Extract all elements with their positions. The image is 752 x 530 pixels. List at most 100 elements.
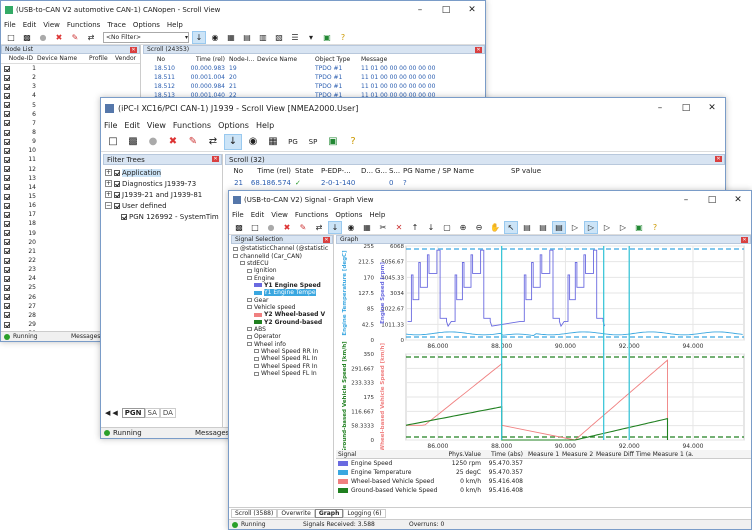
checkbox[interactable] <box>114 191 120 198</box>
table-row[interactable]: Ground-based Vehicle Speed 0 km/h 95.416.4… <box>336 486 751 495</box>
checkbox[interactable] <box>4 138 10 145</box>
signal-tree-item[interactable]: Y1 Engine Tempe <box>231 289 333 297</box>
cut-icon[interactable]: ✂ <box>376 221 390 234</box>
sp-icon[interactable]: SP <box>304 134 322 150</box>
menu-options[interactable]: Options <box>335 211 362 219</box>
stop-icon[interactable]: ● <box>144 134 162 150</box>
graph-chart[interactable]: 255212.5170127.58542.5060685056.674045.3… <box>336 244 751 450</box>
checkbox[interactable] <box>4 92 10 99</box>
column-header[interactable]: Phys.Value <box>444 451 484 458</box>
tree-item[interactable]: + J1939-21 and J1939-81 <box>103 189 222 200</box>
tab-da[interactable]: DA <box>159 407 176 418</box>
column-header[interactable]: S... <box>389 167 403 175</box>
stop-icon[interactable]: ● <box>36 31 50 44</box>
close-icon[interactable]: ✕ <box>212 156 219 162</box>
expand-icon[interactable]: + <box>105 169 112 176</box>
table-row[interactable]: 2 <box>1 73 140 82</box>
column-header[interactable]: Object Type <box>315 56 361 63</box>
column-header[interactable]: No <box>225 167 247 175</box>
menu-file[interactable]: File <box>232 211 244 219</box>
marker-icon[interactable]: ▷ <box>568 221 582 234</box>
layout-2-icon[interactable]: ▤ <box>536 221 550 234</box>
nav-first-icon[interactable]: ◀ <box>105 409 110 417</box>
tab-sa[interactable]: SA <box>144 407 160 418</box>
split-icon[interactable]: ▦ <box>360 221 374 234</box>
close-icon[interactable]: ✕ <box>130 47 137 53</box>
menu-functions[interactable]: Functions <box>67 21 100 29</box>
new-icon[interactable]: □ <box>104 134 122 150</box>
checkbox[interactable] <box>4 275 10 282</box>
signal-tree-item[interactable]: Wheel Speed FR In <box>231 363 333 370</box>
column-header[interactable]: Vendor <box>115 55 139 62</box>
cursor-icon[interactable]: ↖ <box>504 220 518 234</box>
filter-select[interactable]: <No Filter> ▾ <box>103 31 189 43</box>
menu-view[interactable]: View <box>43 21 60 29</box>
table-row[interactable]: Engine Speed 1250 rpm 95.470.357 <box>336 459 751 468</box>
arrow-up-icon[interactable]: ↑ <box>408 221 422 234</box>
record-icon[interactable]: ◉ <box>244 134 262 150</box>
column-header[interactable]: Time (abs) <box>484 451 526 458</box>
column-header[interactable]: P-EDP-... <box>321 167 361 175</box>
checkbox[interactable] <box>4 129 10 136</box>
checkbox[interactable] <box>4 220 10 227</box>
tab-scroll[interactable]: Scroll (3588) <box>231 508 278 518</box>
eraser-icon[interactable]: ✎ <box>184 134 202 150</box>
table-row[interactable]: 21 68.186.574 ✓ 2-0-1-140 0? <box>225 177 725 189</box>
pg-icon[interactable]: PG <box>284 134 302 150</box>
checkbox[interactable] <box>4 156 10 163</box>
zoom-out-icon[interactable]: ⊖ <box>472 221 486 234</box>
tab-logging[interactable]: Logging (6) <box>343 508 386 518</box>
checkbox[interactable] <box>4 65 10 72</box>
checkbox[interactable] <box>4 184 10 191</box>
signal-tree-item[interactable]: Wheel Speed RR In <box>231 348 333 355</box>
signal-tree-item[interactable]: Operator <box>231 333 333 340</box>
tree-item[interactable]: + Diagnostics J1939-73 <box>103 178 222 189</box>
eraser-icon[interactable]: ✎ <box>296 221 310 234</box>
column-header[interactable]: PG Name / SP Name <box>403 167 511 175</box>
tab-pgn[interactable]: PGN <box>121 407 145 418</box>
checkbox[interactable] <box>4 120 10 127</box>
signal-tree-item[interactable]: Ignition <box>231 267 333 274</box>
signal-tree-item[interactable]: Wheel Speed RL In <box>231 355 333 362</box>
checkbox[interactable] <box>4 312 10 319</box>
table-row[interactable]: 3 <box>1 82 140 91</box>
signal-tree-item[interactable]: Gear <box>231 296 333 304</box>
signal-tree-item[interactable]: stdECU <box>231 260 333 267</box>
filter-icon[interactable]: ⇄ <box>84 31 98 44</box>
signal-tree-item[interactable]: Y2 Ground-based <box>231 318 333 326</box>
menu-trace[interactable]: Trace <box>107 21 126 29</box>
record-icon[interactable]: ◉ <box>344 221 358 234</box>
tree-item[interactable]: − User defined <box>103 200 222 211</box>
column-header[interactable]: Time (rel) <box>247 167 295 175</box>
table-row[interactable]: 1 <box>1 64 140 73</box>
scroll-icon[interactable]: ↓ <box>192 30 206 44</box>
split-icon[interactable]: ▦ <box>264 134 282 150</box>
eraser-icon[interactable]: ✎ <box>68 31 82 44</box>
tab-overwrite[interactable]: Overwrite <box>277 508 315 518</box>
signal-tree-item[interactable]: ABS <box>231 326 333 333</box>
menu-view[interactable]: View <box>271 211 288 219</box>
page-icon[interactable]: ▢ <box>440 221 454 234</box>
table-row[interactable]: Engine Temperature 25 degC 95.470.357 <box>336 468 751 477</box>
checkbox[interactable] <box>4 284 10 291</box>
checkbox[interactable] <box>4 248 10 255</box>
signal-tree-item[interactable]: Wheel info <box>231 340 333 348</box>
filter-icon[interactable]: ⇄ <box>204 134 222 150</box>
table-row[interactable]: 18.511 00.001.004 20 TPDO #1 11 01 00 00 00 … <box>143 73 485 82</box>
dropdown-icon[interactable]: ▾ <box>304 31 318 44</box>
layout-3-icon[interactable]: ▤ <box>552 220 566 234</box>
column-header[interactable]: G... <box>375 167 389 175</box>
table-row[interactable]: 18.512 00.000.984 21 TPDO #1 11 01 00 00 00 … <box>143 82 485 91</box>
layout-1-icon[interactable]: ▤ <box>520 221 534 234</box>
close-button[interactable]: ✕ <box>725 195 751 205</box>
help-icon[interactable]: ? <box>336 31 350 44</box>
checkbox[interactable] <box>114 169 120 176</box>
measure-2-icon[interactable]: ▷ <box>616 221 630 234</box>
checkbox[interactable] <box>4 175 10 182</box>
table-row[interactable]: Wheel-based Vehicle Speed 0 km/h 95.416.40… <box>336 477 751 486</box>
menu-edit[interactable]: Edit <box>23 21 37 29</box>
scroll-icon[interactable]: ↓ <box>224 133 242 150</box>
delete-icon[interactable]: ✕ <box>392 221 406 234</box>
title-bar[interactable]: (USB-to-CAN V2 automotive CAN-1) CANopen… <box>1 1 485 19</box>
checkbox[interactable] <box>121 213 127 220</box>
